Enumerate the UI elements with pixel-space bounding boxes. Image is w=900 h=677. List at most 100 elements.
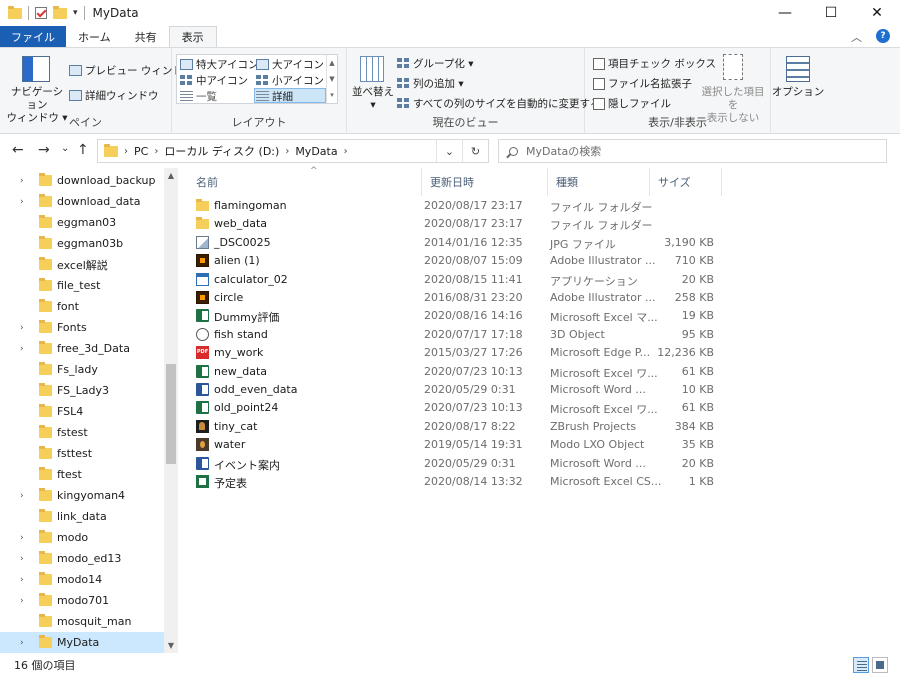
layout-large-icons[interactable]: 大アイコン xyxy=(256,57,324,72)
column-header-type[interactable]: 種類 xyxy=(548,168,650,196)
navigation-pane-icon[interactable] xyxy=(22,56,50,82)
customize-quick-access-icon[interactable]: ▾ xyxy=(73,8,78,18)
details-pane-button[interactable]: 詳細ウィンドウ xyxy=(69,88,159,103)
column-header-size[interactable]: サイズ xyxy=(650,168,722,196)
layout-medium-icons[interactable]: 中アイコン xyxy=(180,73,248,88)
sidebar-item[interactable]: › modo701 xyxy=(0,590,164,611)
hidden-items-toggle[interactable]: 隠しファイル xyxy=(593,96,671,111)
collapse-ribbon-icon[interactable]: ︿ xyxy=(851,29,862,45)
new-folder-icon[interactable] xyxy=(53,5,67,19)
layout-extra-large-icons[interactable]: 特大アイコン xyxy=(180,57,258,72)
sidebar-item[interactable]: ftest xyxy=(0,464,164,485)
navigation-pane-scrollbar[interactable]: ▲ ▼ xyxy=(164,168,178,653)
file-row[interactable]: 予定表 2020/08/14 13:32 Microsoft Excel CS...… xyxy=(190,473,720,491)
minimize-button[interactable]: — xyxy=(762,0,808,26)
chevron-right-icon[interactable]: › xyxy=(20,344,34,354)
sidebar-item[interactable]: › Fonts xyxy=(0,317,164,338)
breadcrumb-separator[interactable]: › xyxy=(285,146,289,157)
chevron-right-icon[interactable]: › xyxy=(20,323,34,333)
chevron-right-icon[interactable]: › xyxy=(20,638,34,648)
address-dropdown-button[interactable]: ⌄ xyxy=(436,140,462,162)
file-row[interactable]: circle 2016/08/31 23:20 Adobe Illustrator … xyxy=(190,289,720,307)
chevron-right-icon[interactable]: › xyxy=(20,176,34,186)
sidebar-item[interactable]: › download_data xyxy=(0,191,164,212)
tab-home[interactable]: ホーム xyxy=(66,26,123,47)
properties-icon[interactable] xyxy=(35,7,47,19)
back-button[interactable]: ← xyxy=(12,142,24,158)
breadcrumb-pc[interactable]: PC xyxy=(134,145,148,158)
sidebar-item[interactable]: FS_Lady3 xyxy=(0,380,164,401)
item-checkboxes-checkbox[interactable] xyxy=(593,57,605,70)
tab-share[interactable]: 共有 xyxy=(123,26,169,47)
layout-gallery-scroll[interactable]: ▲ ▼ ▾ xyxy=(326,55,337,103)
sidebar-item[interactable]: FSL4 xyxy=(0,401,164,422)
sidebar-item[interactable]: › download_backup xyxy=(0,170,164,191)
file-row[interactable]: tiny_cat 2020/08/17 8:22 ZBrush Projects 38… xyxy=(190,418,720,436)
breadcrumb-separator[interactable]: › xyxy=(124,146,128,157)
chevron-right-icon[interactable]: › xyxy=(20,575,34,585)
layout-details[interactable]: 詳細 xyxy=(256,89,293,104)
sidebar-item[interactable]: › kingyoman4 xyxy=(0,485,164,506)
group-by-button[interactable]: グループ化 ▾ xyxy=(397,56,473,71)
file-row[interactable]: Dummy評価 2020/08/16 14:16 Microsoft Excel マ… xyxy=(190,307,720,325)
sidebar-item[interactable]: eggman03 xyxy=(0,212,164,233)
sidebar-item[interactable]: › MyData xyxy=(0,632,164,653)
up-button[interactable]: ↑ xyxy=(77,142,89,158)
file-row[interactable]: イベント案内 2020/05/29 0:31 Microsoft Word ... 2… xyxy=(190,455,720,473)
sidebar-item[interactable]: › modo14 xyxy=(0,569,164,590)
sidebar-item[interactable]: font xyxy=(0,296,164,317)
file-row[interactable]: calculator_02 2020/08/15 11:41 アプリケーション 20 … xyxy=(190,271,720,289)
breadcrumb-local-disk[interactable]: ローカル ディスク (D:) xyxy=(164,143,279,159)
forward-button[interactable]: → xyxy=(38,142,50,158)
sidebar-item[interactable]: mosquit_man xyxy=(0,611,164,632)
column-header-date[interactable]: 更新日時 xyxy=(422,168,548,196)
breadcrumb-mydata[interactable]: MyData xyxy=(295,145,337,158)
recent-locations-button[interactable]: ⌄ xyxy=(61,143,69,154)
file-extensions-toggle[interactable]: ファイル名拡張子 xyxy=(593,76,692,91)
chevron-right-icon[interactable]: › xyxy=(20,197,34,207)
chevron-right-icon[interactable]: › xyxy=(20,596,34,606)
chevron-right-icon[interactable]: › xyxy=(20,533,34,543)
file-row[interactable]: flamingoman 2020/08/17 23:17 ファイル フォルダー xyxy=(190,197,720,215)
close-button[interactable]: ✕ xyxy=(854,0,900,26)
refresh-button[interactable]: ↻ xyxy=(462,140,488,162)
address-bar[interactable]: › PC › ローカル ディスク (D:) › MyData › ⌄ ↻ xyxy=(97,139,489,163)
maximize-button[interactable]: ☐ xyxy=(808,0,854,26)
options-icon[interactable] xyxy=(786,56,810,82)
layout-list[interactable]: 一覧 xyxy=(180,89,217,104)
file-row[interactable]: odd_even_data 2020/05/29 0:31 Microsoft Wo… xyxy=(190,381,720,399)
file-row[interactable]: PDF my_work 2015/03/27 17:26 Microsoft Edge… xyxy=(190,344,720,362)
sidebar-item[interactable]: › modo xyxy=(0,527,164,548)
add-columns-button[interactable]: 列の追加 ▾ xyxy=(397,76,464,91)
file-row[interactable]: old_point24 2020/07/23 10:13 Microsoft Exc… xyxy=(190,399,720,417)
sort-by-button[interactable]: 並べ替え ▾ xyxy=(349,86,397,112)
chevron-right-icon[interactable]: › xyxy=(20,554,34,564)
large-icons-view-icon[interactable] xyxy=(872,657,888,673)
help-icon[interactable]: ? xyxy=(876,29,890,43)
sidebar-item[interactable]: eggman03b xyxy=(0,233,164,254)
tab-view[interactable]: 表示 xyxy=(168,26,217,47)
sidebar-item[interactable]: Fs_lady xyxy=(0,359,164,380)
layout-small-icons[interactable]: 小アイコン xyxy=(256,73,324,88)
breadcrumb-separator[interactable]: › xyxy=(344,146,348,157)
sort-by-icon[interactable] xyxy=(360,56,384,82)
file-row[interactable]: alien (1) 2020/08/07 15:09 Adobe Illustrat… xyxy=(190,252,720,270)
breadcrumb-separator[interactable]: › xyxy=(154,146,158,157)
tab-file[interactable]: ファイル xyxy=(0,26,66,47)
scroll-down-icon[interactable]: ▼ xyxy=(164,641,178,650)
sidebar-item[interactable]: fsttest xyxy=(0,443,164,464)
file-row[interactable]: water 2019/05/14 19:31 Modo LXO Object 35 K… xyxy=(190,436,720,454)
scroll-up-icon[interactable]: ▲ xyxy=(164,171,178,180)
file-row[interactable]: _DSC0025 2014/01/16 12:35 JPG ファイル 3,190 KB xyxy=(190,234,720,252)
sidebar-item[interactable]: › free_3d_Data xyxy=(0,338,164,359)
item-checkboxes-toggle[interactable]: 項目チェック ボックス xyxy=(593,56,716,71)
sidebar-item[interactable]: file_test xyxy=(0,275,164,296)
search-box[interactable]: MyDataの検索 xyxy=(498,139,887,163)
sidebar-item[interactable]: fstest xyxy=(0,422,164,443)
sidebar-item[interactable]: excel解説 xyxy=(0,254,164,275)
file-row[interactable]: fish stand 2020/07/17 17:18 3D Object 95 KB xyxy=(190,326,720,344)
fit-columns-button[interactable]: すべての列のサイズを自動的に変更する xyxy=(397,96,601,111)
sidebar-item[interactable]: link_data xyxy=(0,506,164,527)
column-header-name[interactable]: 名前 ^ xyxy=(188,166,422,196)
hidden-items-checkbox[interactable] xyxy=(593,97,605,110)
